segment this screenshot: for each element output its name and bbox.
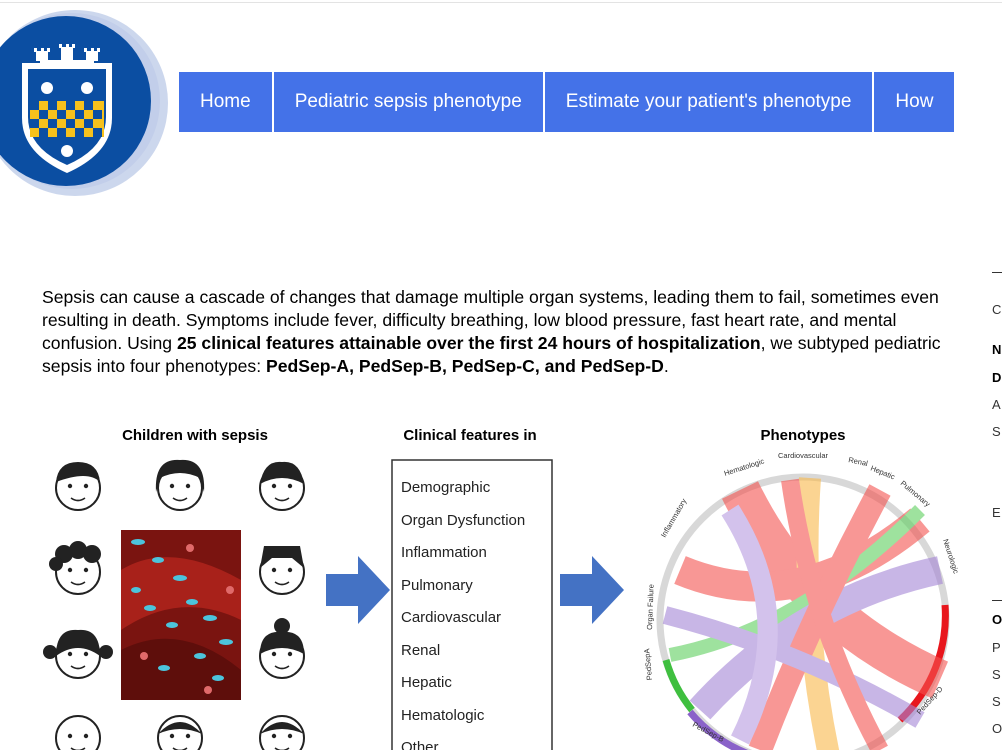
nav-pediatric-sepsis-phenotype[interactable]: Pediatric sepsis phenotype [273, 72, 545, 132]
side-letter: S [992, 694, 1001, 709]
side-letter: S [992, 667, 1001, 682]
arrow-right-icon [326, 556, 390, 624]
chord-label: Neurologic [941, 538, 961, 575]
arrow-right-icon [560, 556, 624, 624]
chord-label: Renal [848, 455, 869, 468]
feature-item: Hepatic [401, 674, 452, 691]
intro-bold-features: 25 clinical features attainable over the… [176, 333, 761, 353]
nav-estimate-phenotype[interactable]: Estimate your patient's phenotype [544, 72, 875, 132]
side-letter: D [992, 370, 1002, 385]
fig-title-phenotypes: Phenotypes [760, 427, 845, 444]
side-divider [992, 272, 1002, 273]
side-letter: P [992, 640, 1001, 655]
chord-label: Hepatic [869, 464, 896, 482]
chord-label: Pulmonary [899, 479, 932, 509]
side-panel-cutoff: C N D A S E O P S S O [990, 260, 1002, 750]
main-nav: Home Pediatric sepsis phenotype Estimate… [179, 72, 955, 132]
side-letter: O [992, 612, 1002, 627]
intro-text-3: . [663, 356, 669, 377]
side-letter: N [992, 342, 1002, 357]
side-letter: E [992, 505, 1001, 520]
feature-item: Pulmonary [401, 577, 473, 594]
feature-item: Cardiovascular [401, 609, 501, 626]
side-letter: O [992, 721, 1002, 736]
side-letter: S [992, 424, 1001, 439]
feature-item: Renal [401, 642, 440, 659]
chord-label: PedSepA [642, 648, 654, 680]
intro-bold-phenotypes: PedSep-A, PedSep-B, PedSep-C, and PedSep… [265, 356, 664, 377]
feature-item: Hematologic [401, 707, 485, 724]
feature-item: Organ Dysfunction [401, 512, 525, 529]
side-letter: C [992, 302, 1002, 317]
side-divider [992, 600, 1002, 601]
chord-label: Organ Failure [645, 584, 656, 630]
feature-item: Demographic [401, 479, 491, 496]
intro-paragraph: Sepsis can cause a cascade of changes th… [42, 286, 972, 379]
chord-diagram: Hematologic Cardiovascular Renal Hepatic… [642, 451, 961, 750]
feature-item: Inflammation [401, 544, 487, 561]
nav-how[interactable]: How [874, 72, 955, 132]
chord-label: Cardiovascular [778, 451, 829, 460]
university-logo[interactable] [0, 3, 179, 201]
feature-item: Other [401, 739, 439, 750]
fig-title-children: Children with sepsis [122, 427, 268, 444]
nav-home[interactable]: Home [179, 72, 274, 132]
fig-title-features: Clinical features in [403, 427, 536, 444]
side-letter: A [992, 397, 1001, 412]
chord-label: Inflammatory [659, 497, 689, 539]
chord-label: Hematologic [723, 456, 766, 478]
blood-cells-image [121, 530, 241, 700]
phenotype-figure: Children with sepsis Clinical features i… [40, 420, 975, 750]
